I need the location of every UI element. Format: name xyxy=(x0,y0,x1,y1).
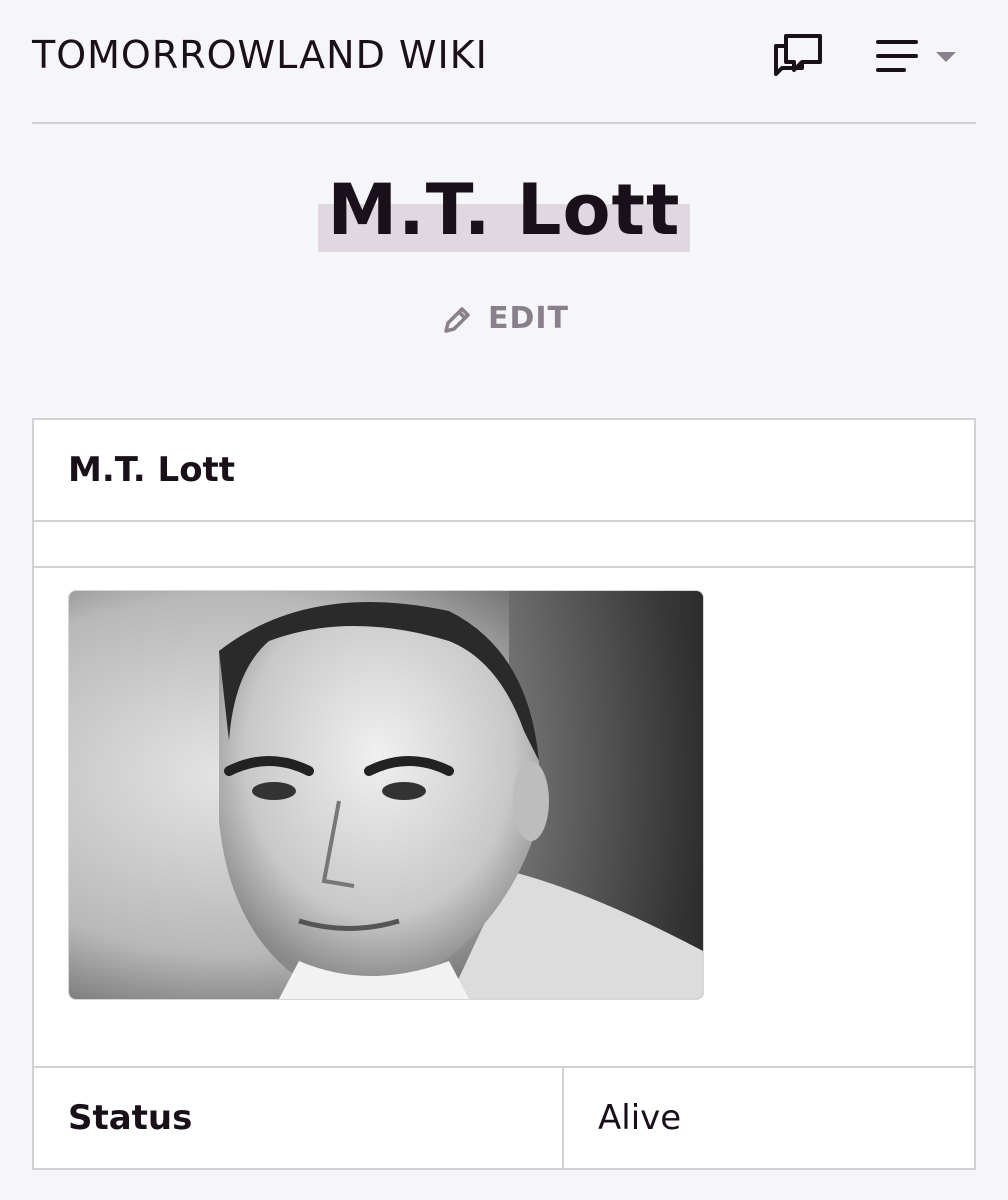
page-header: M.T. Lott xyxy=(0,168,1008,252)
site-header: TOMORROWLAND WIKI xyxy=(32,0,976,124)
hamburger-menu-icon xyxy=(876,40,956,72)
menu-toggle-button[interactable] xyxy=(872,34,962,82)
edit-button[interactable]: EDIT xyxy=(442,296,569,340)
infobox-row-status: Status Alive xyxy=(34,1068,974,1168)
page-title: M.T. Lott xyxy=(317,168,691,252)
infobox: M.T. Lott Status Alive xyxy=(32,418,976,1170)
site-title[interactable]: TOMORROWLAND WIKI xyxy=(32,33,488,77)
speech-bubbles-icon[interactable] xyxy=(772,30,826,84)
caret-down-icon xyxy=(936,52,956,62)
infobox-title: M.T. Lott xyxy=(68,450,236,490)
infobox-divider xyxy=(34,566,974,568)
pencil-icon xyxy=(444,307,470,333)
column-separator xyxy=(562,1068,564,1168)
infobox-caption-row xyxy=(34,522,974,566)
edit-label: EDIT xyxy=(488,300,570,336)
status-label: Status xyxy=(68,1098,193,1138)
portrait-image[interactable] xyxy=(68,590,704,1000)
portrait-photo xyxy=(69,591,703,999)
status-value: Alive xyxy=(598,1098,682,1138)
